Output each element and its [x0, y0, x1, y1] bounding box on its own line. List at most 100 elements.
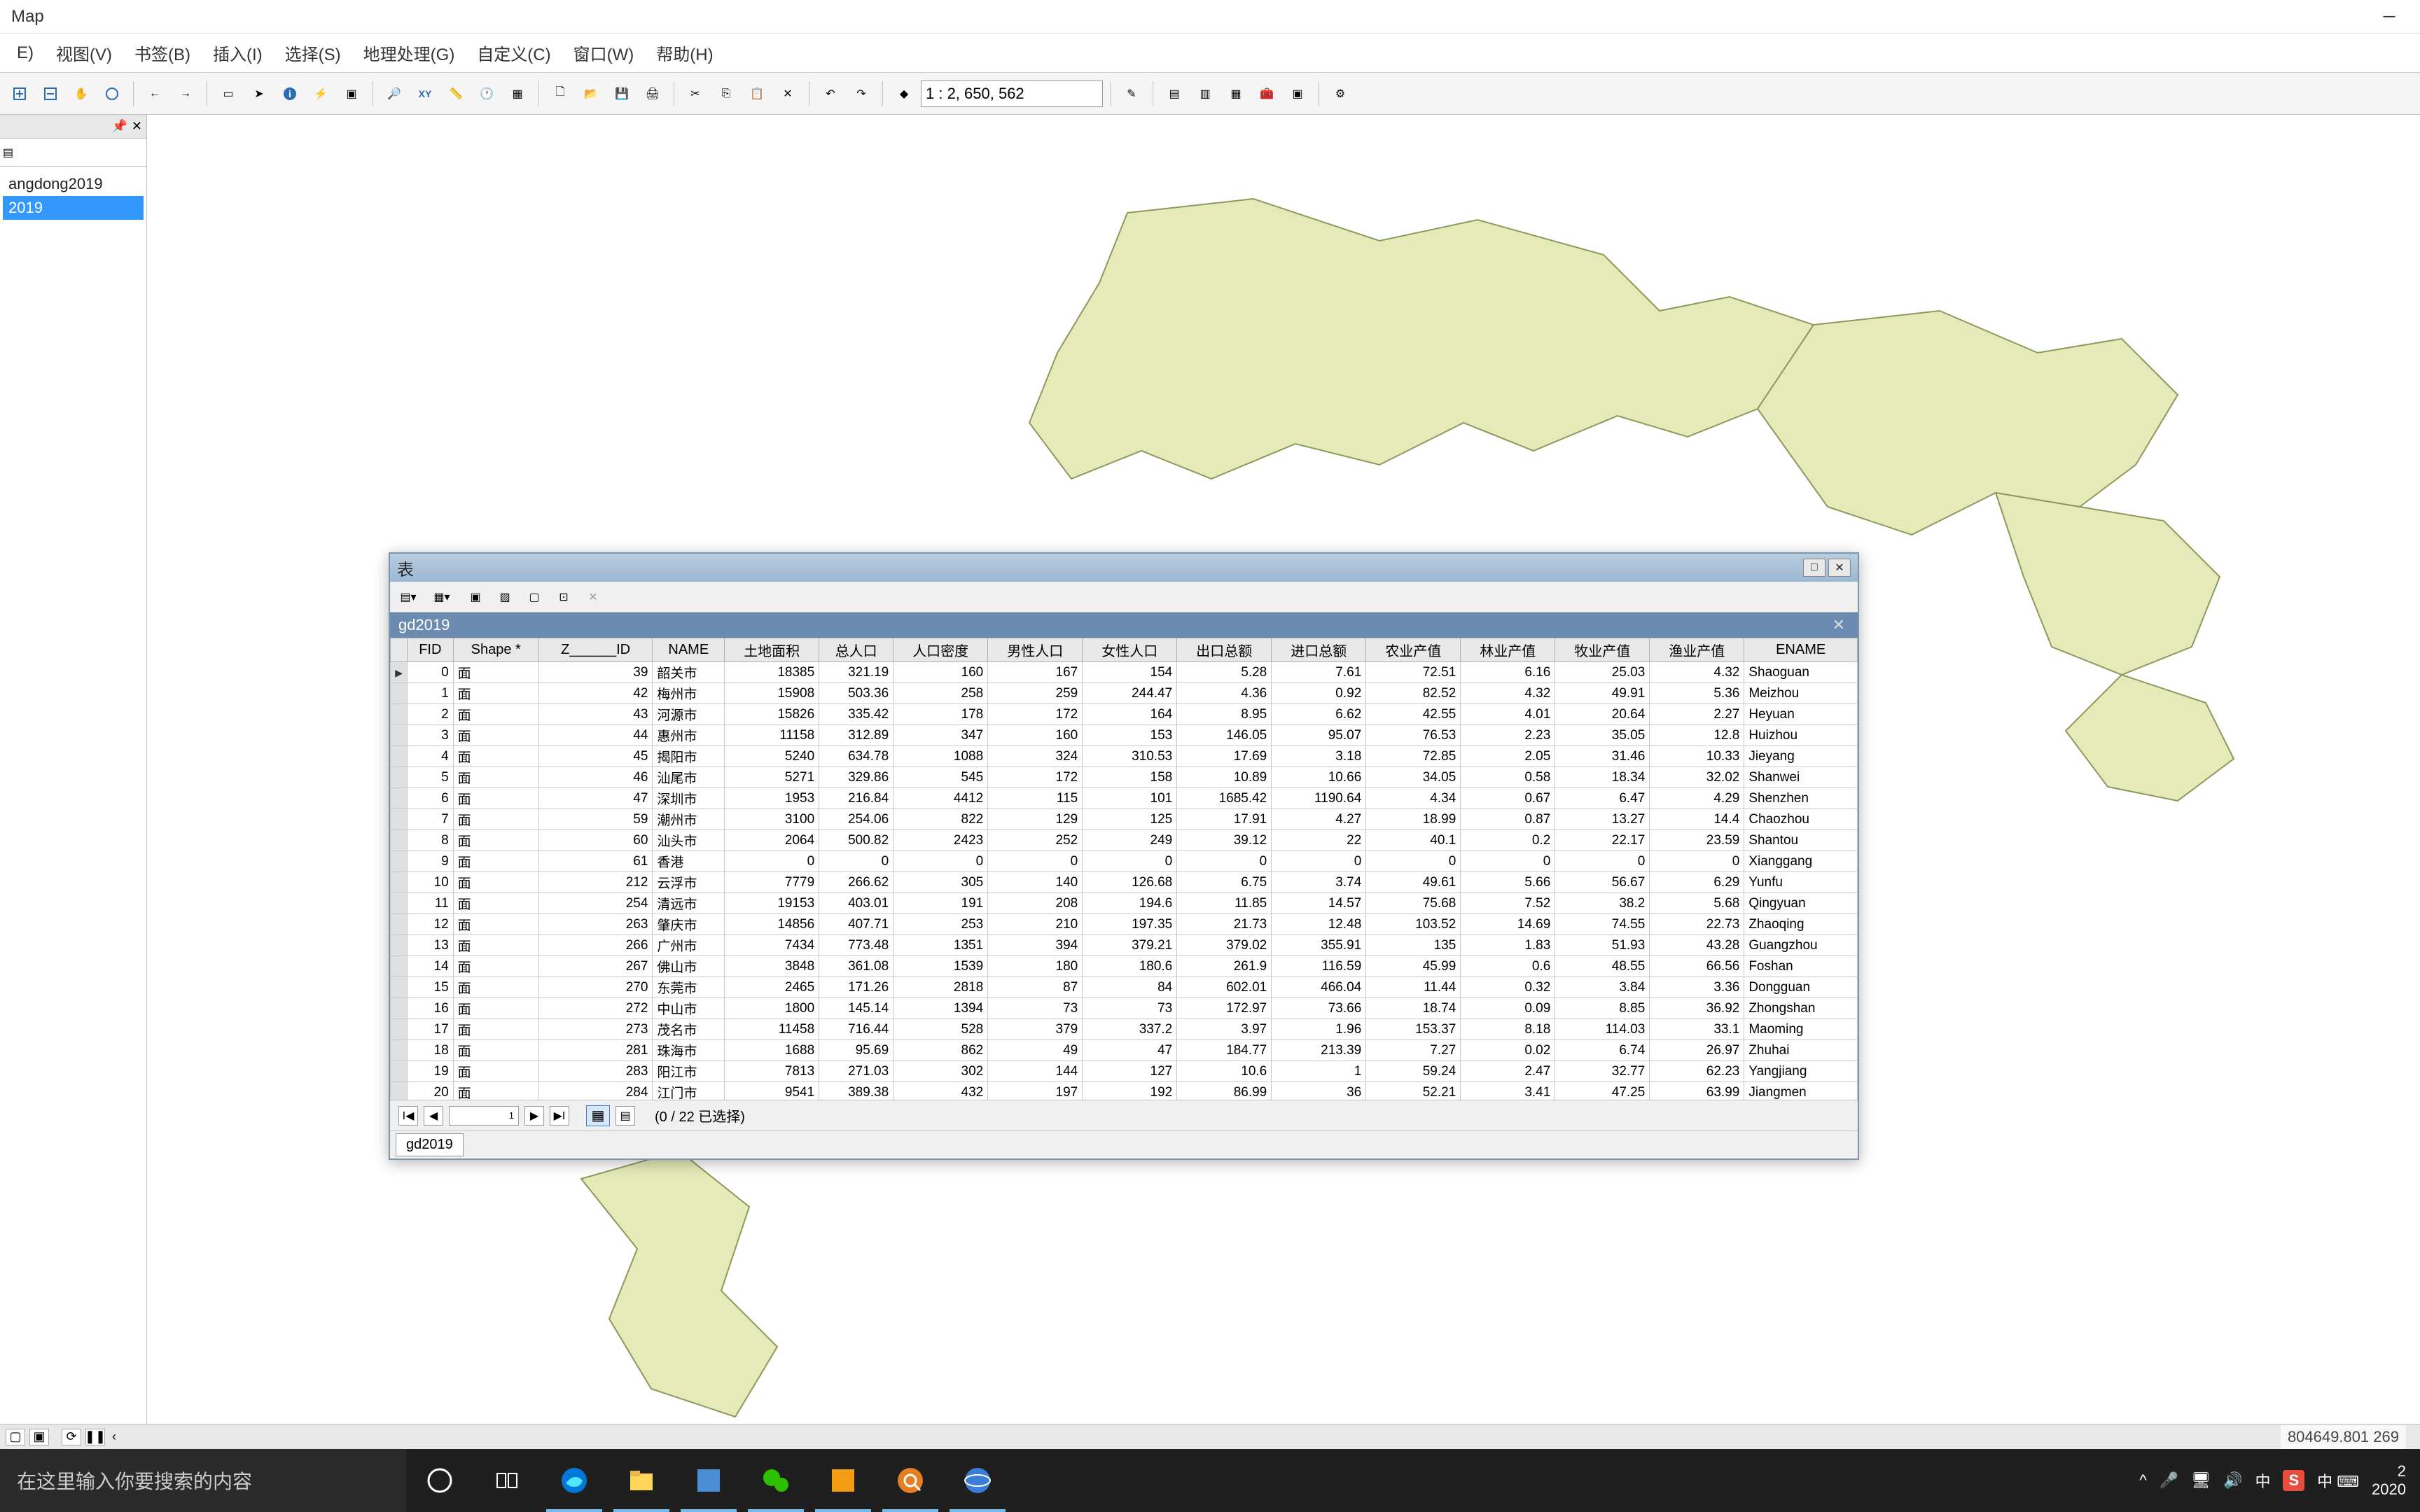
table-cell[interactable]: 60	[538, 830, 653, 851]
table-cell[interactable]: 22.17	[1555, 830, 1650, 851]
table-cell[interactable]: 302	[893, 1061, 988, 1082]
menu-insert[interactable]: 插入(I)	[202, 36, 274, 69]
table-cell[interactable]: 15826	[725, 704, 819, 725]
table-cell[interactable]: 面	[453, 662, 538, 683]
table-cell[interactable]: 1953	[725, 788, 819, 809]
table-cell[interactable]: 梅州市	[653, 683, 725, 704]
list-by-drawing-icon[interactable]: ▤	[3, 146, 13, 160]
table-cell[interactable]: 47.25	[1555, 1082, 1650, 1100]
edge-icon[interactable]	[541, 1449, 608, 1512]
switch-selection-icon[interactable]: ▨	[492, 584, 517, 610]
table-cell[interactable]: 49.91	[1555, 683, 1650, 704]
table-cell[interactable]: 1.83	[1461, 935, 1555, 956]
column-header[interactable]: 农业产值	[1366, 638, 1461, 662]
task-view-icon[interactable]	[473, 1449, 541, 1512]
tray-sogou-icon[interactable]: S	[2283, 1470, 2304, 1491]
table-cell[interactable]: 8.85	[1555, 998, 1650, 1019]
table-row[interactable]: 7面59潮州市3100254.0682212912517.914.2718.99…	[391, 809, 1858, 830]
table-cell[interactable]: 337.2	[1083, 1019, 1177, 1040]
table-cell[interactable]: 18	[408, 1040, 454, 1061]
table-row[interactable]: 14面267佛山市3848361.081539180180.6261.9116.…	[391, 956, 1858, 977]
table-cell[interactable]: 0	[988, 851, 1083, 872]
table-cell[interactable]: 49.61	[1366, 872, 1461, 893]
table-cell[interactable]: 0	[1366, 851, 1461, 872]
table-cell[interactable]: 129	[988, 809, 1083, 830]
table-cell[interactable]: 11	[408, 893, 454, 914]
table-cell[interactable]: 18.34	[1555, 767, 1650, 788]
table-cell[interactable]: 125	[1083, 809, 1177, 830]
table-cell[interactable]: 172.97	[1177, 998, 1272, 1019]
table-cell[interactable]: 249	[1083, 830, 1177, 851]
table-cell[interactable]: 180	[988, 956, 1083, 977]
table-cell[interactable]: Yunfu	[1744, 872, 1858, 893]
table-cell[interactable]: 中山市	[653, 998, 725, 1019]
table-cell[interactable]: 140	[988, 872, 1083, 893]
table-cell[interactable]: 324	[988, 746, 1083, 767]
table-cell[interactable]: 12	[408, 914, 454, 935]
nav-first-icon[interactable]: I◀	[398, 1106, 418, 1126]
table-cell[interactable]: 面	[453, 704, 538, 725]
table-cell[interactable]: 4	[408, 746, 454, 767]
table-cell[interactable]: 3.36	[1650, 977, 1744, 998]
toc-layer-group[interactable]: angdong2019	[3, 172, 144, 196]
menu-geoprocessing[interactable]: 地理处理(G)	[352, 36, 466, 69]
table-row[interactable]: 17面273茂名市11458716.44528379337.23.971.961…	[391, 1019, 1858, 1040]
table-cell[interactable]: 321.19	[819, 662, 893, 683]
column-header[interactable]: 牧业产值	[1555, 638, 1650, 662]
table-cell[interactable]: 1685.42	[1177, 788, 1272, 809]
table-cell[interactable]: 河源市	[653, 704, 725, 725]
table-cell[interactable]: 2.47	[1461, 1061, 1555, 1082]
table-cell[interactable]: 310.53	[1083, 746, 1177, 767]
table-cell[interactable]: 25.03	[1555, 662, 1650, 683]
table-cell[interactable]: 清远市	[653, 893, 725, 914]
table-cell[interactable]: 1	[1272, 1061, 1366, 1082]
table-cell[interactable]: 5	[408, 767, 454, 788]
nav-next-icon[interactable]: ▶	[524, 1106, 544, 1126]
table-cell[interactable]: 4.01	[1461, 704, 1555, 725]
table-cell[interactable]: 259	[988, 683, 1083, 704]
table-row[interactable]: 4面45揭阳市5240634.781088324310.5317.693.187…	[391, 746, 1858, 767]
table-cell[interactable]: 32.02	[1650, 767, 1744, 788]
table-cell[interactable]: 14.57	[1272, 893, 1366, 914]
clear-selection-icon[interactable]: ▢	[522, 584, 547, 610]
table-cell[interactable]: 7.61	[1272, 662, 1366, 683]
column-header[interactable]: Shape *	[453, 638, 538, 662]
table-cell[interactable]: 284	[538, 1082, 653, 1100]
delete-icon[interactable]: ✕	[774, 80, 802, 108]
column-header[interactable]: 人口密度	[893, 638, 988, 662]
table-cell[interactable]: 11.85	[1177, 893, 1272, 914]
table-cell[interactable]: 145.14	[819, 998, 893, 1019]
table-cell[interactable]: 2.27	[1650, 704, 1744, 725]
related-tables-icon[interactable]: ▦▾	[429, 584, 454, 610]
table-cell[interactable]: 3.41	[1461, 1082, 1555, 1100]
tray-chevron-icon[interactable]: ^	[2139, 1471, 2146, 1490]
table-cell[interactable]: 45	[538, 746, 653, 767]
table-cell[interactable]: 2.05	[1461, 746, 1555, 767]
table-cell[interactable]: 0.87	[1461, 809, 1555, 830]
table-cell[interactable]: 1351	[893, 935, 988, 956]
table-cell[interactable]: 6.62	[1272, 704, 1366, 725]
table-cell[interactable]: 13	[408, 935, 454, 956]
table-cell[interactable]: 208	[988, 893, 1083, 914]
table-cell[interactable]: 3	[408, 725, 454, 746]
table-cell[interactable]: 云浮市	[653, 872, 725, 893]
table-cell[interactable]: 6.16	[1461, 662, 1555, 683]
toc-close-icon[interactable]: ✕	[132, 119, 142, 134]
table-cell[interactable]: 0.02	[1461, 1040, 1555, 1061]
toolbox-window-icon[interactable]: 🧰	[1253, 80, 1281, 108]
table-cell[interactable]: 116.59	[1272, 956, 1366, 977]
table-cell[interactable]: 3848	[725, 956, 819, 977]
table-cell[interactable]: 210	[988, 914, 1083, 935]
table-cell[interactable]: 7.52	[1461, 893, 1555, 914]
table-cell[interactable]: 面	[453, 1082, 538, 1100]
attr-maximize-icon[interactable]: □	[1803, 559, 1826, 577]
table-cell[interactable]: 466.04	[1272, 977, 1366, 998]
table-cell[interactable]: 5271	[725, 767, 819, 788]
table-cell[interactable]: 14.4	[1650, 809, 1744, 830]
table-cell[interactable]: 329.86	[819, 767, 893, 788]
table-cell[interactable]: 822	[893, 809, 988, 830]
delete-selected-icon[interactable]: ✕	[580, 584, 606, 610]
table-cell[interactable]: 2.23	[1461, 725, 1555, 746]
table-cell[interactable]: 20	[408, 1082, 454, 1100]
table-cell[interactable]: 82.52	[1366, 683, 1461, 704]
